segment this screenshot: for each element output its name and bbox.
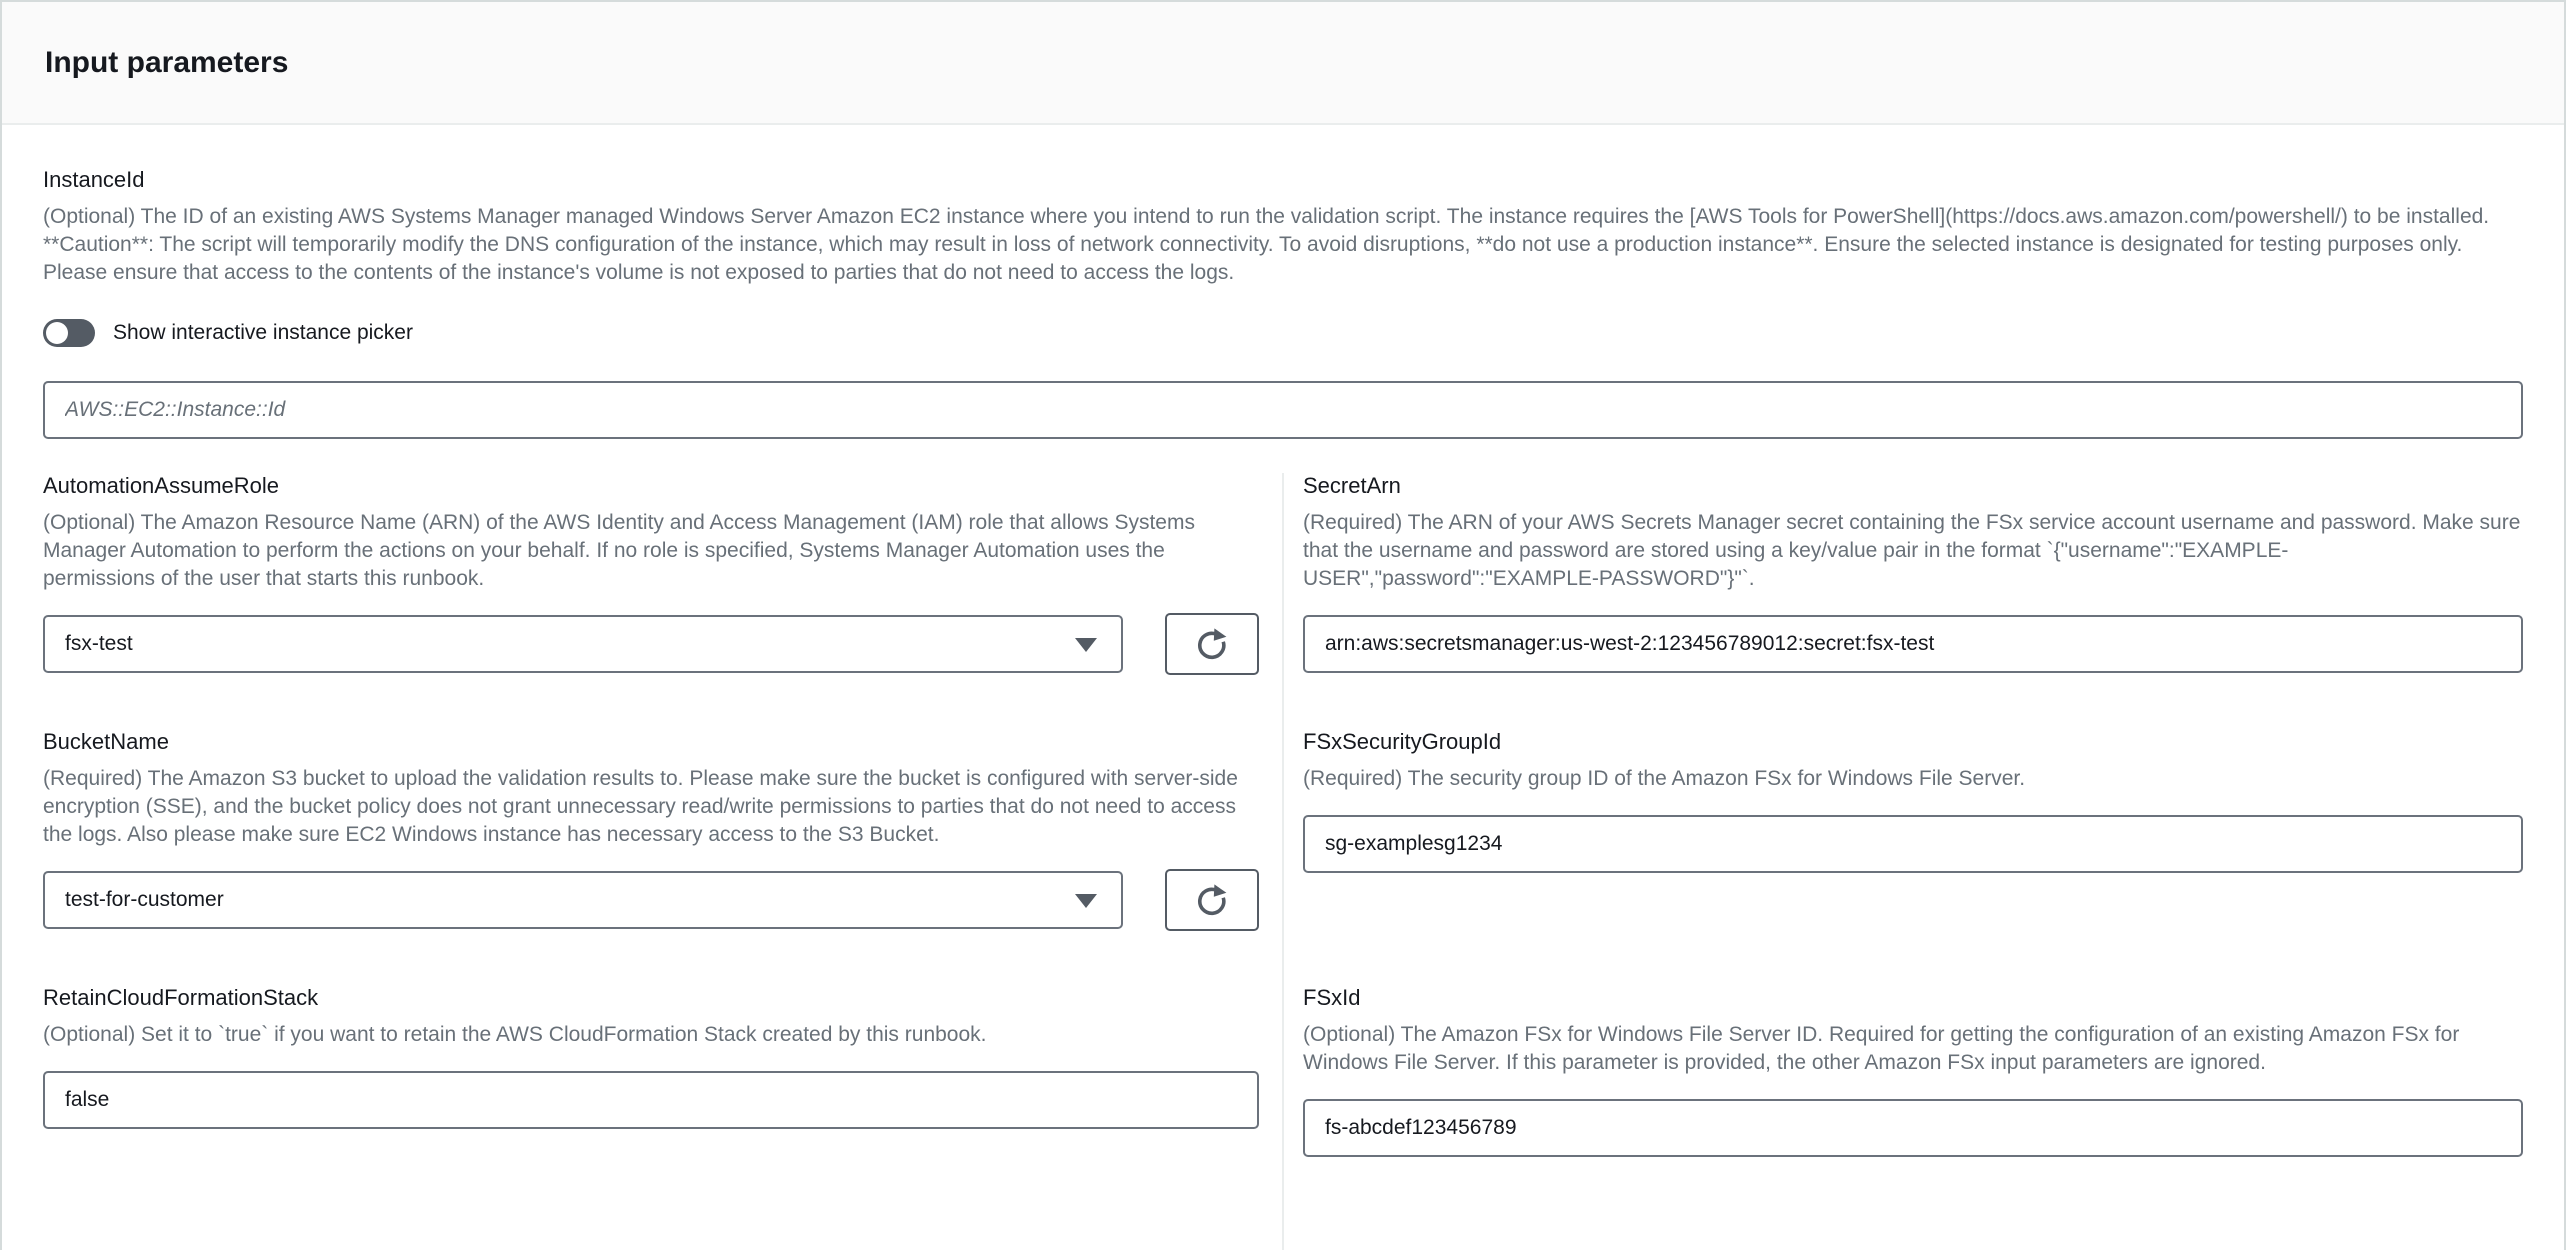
parameters-grid: AutomationAssumeRole (Optional) The Amaz… [43, 473, 2523, 1250]
param-section-bucketname: BucketName (Required) The Amazon S3 buck… [43, 729, 1282, 985]
caret-down-icon [1075, 894, 1097, 908]
param-section-fsxsecuritygroupid: FSxSecurityGroupId (Required) The securi… [1284, 729, 2523, 985]
input-parameters-panel: Input parameters InstanceId (Optional) T… [0, 0, 2566, 1250]
bucketname-selected-value: test-for-customer [65, 888, 224, 912]
automationassumerole-selected-value: fsx-test [65, 632, 133, 656]
panel-header: Input parameters [2, 2, 2564, 125]
param-name-instanceid: InstanceId [43, 167, 2523, 193]
param-name-bucketname: BucketName [43, 729, 1259, 755]
automationassumerole-refresh-button[interactable] [1165, 613, 1259, 675]
param-description-fsxid: (Optional) The Amazon FSx for Windows Fi… [1303, 1021, 2523, 1077]
param-name-fsxid: FSxId [1303, 985, 2523, 1011]
param-description-bucketname: (Required) The Amazon S3 bucket to uploa… [43, 765, 1259, 849]
panel-content: InstanceId (Optional) The ID of an exist… [2, 125, 2564, 1250]
toggle-knob-icon [46, 322, 68, 344]
automationassumerole-control-row: fsx-test [43, 615, 1259, 675]
param-section-retaincloudformationstack: RetainCloudFormationStack (Optional) Set… [43, 985, 1282, 1250]
param-name-automationassumerole: AutomationAssumeRole [43, 473, 1259, 499]
fsxsecuritygroupid-input[interactable] [1303, 815, 2523, 873]
automationassumerole-select[interactable]: fsx-test [43, 615, 1123, 673]
instance-picker-toggle[interactable] [43, 319, 95, 347]
bucketname-select[interactable]: test-for-customer [43, 871, 1123, 929]
refresh-icon [1194, 626, 1230, 662]
param-name-secretarn: SecretArn [1303, 473, 2523, 499]
instanceid-input[interactable] [43, 381, 2523, 439]
instance-picker-toggle-label: Show interactive instance picker [113, 321, 413, 345]
caret-down-icon [1075, 638, 1097, 652]
bucketname-refresh-button[interactable] [1165, 869, 1259, 931]
param-description-secretarn: (Required) The ARN of your AWS Secrets M… [1303, 509, 2523, 593]
instance-picker-toggle-row: Show interactive instance picker [43, 319, 2523, 347]
retaincloudformationstack-input[interactable] [43, 1071, 1259, 1129]
param-name-fsxsecuritygroupid: FSxSecurityGroupId [1303, 729, 2523, 755]
param-section-instanceid: InstanceId (Optional) The ID of an exist… [43, 167, 2523, 439]
secretarn-input[interactable] [1303, 615, 2523, 673]
param-section-fsxid: FSxId (Optional) The Amazon FSx for Wind… [1284, 985, 2523, 1250]
param-description-fsxsecuritygroupid: (Required) The security group ID of the … [1303, 765, 2523, 793]
refresh-icon [1194, 882, 1230, 918]
param-name-retaincloudformationstack: RetainCloudFormationStack [43, 985, 1259, 1011]
bucketname-control-row: test-for-customer [43, 871, 1259, 931]
param-description-retaincloudformationstack: (Optional) Set it to `true` if you want … [43, 1021, 1259, 1049]
panel-title: Input parameters [45, 46, 288, 80]
param-description-automationassumerole: (Optional) The Amazon Resource Name (ARN… [43, 509, 1259, 593]
param-description-instanceid: (Optional) The ID of an existing AWS Sys… [43, 203, 2523, 287]
param-section-automationassumerole: AutomationAssumeRole (Optional) The Amaz… [43, 473, 1282, 729]
fsxid-input[interactable] [1303, 1099, 2523, 1157]
param-section-secretarn: SecretArn (Required) The ARN of your AWS… [1284, 473, 2523, 729]
